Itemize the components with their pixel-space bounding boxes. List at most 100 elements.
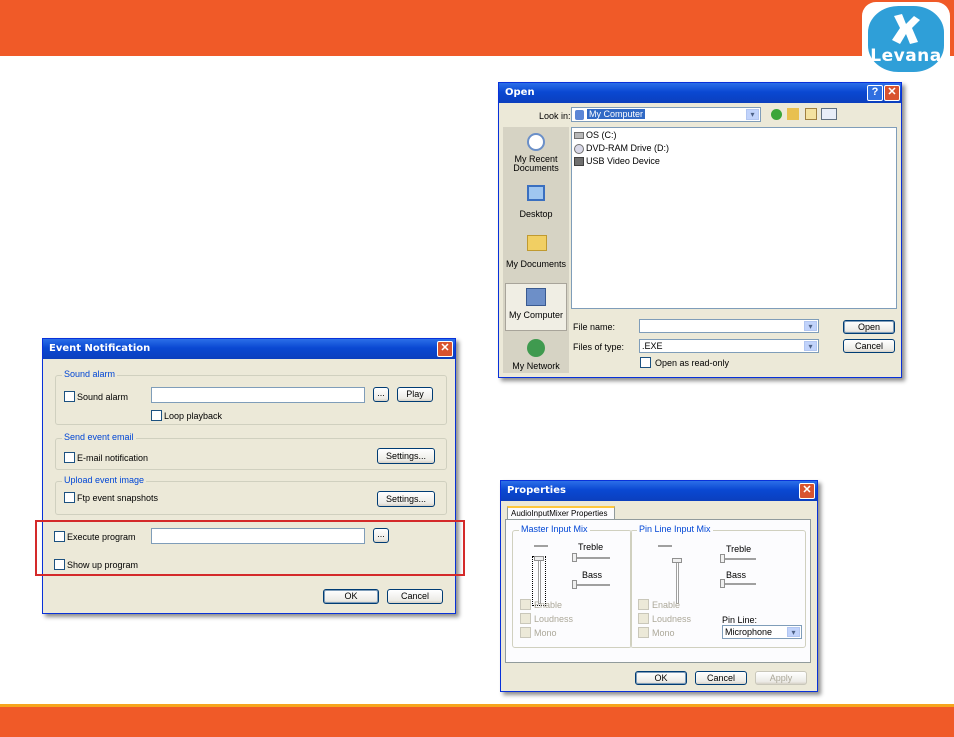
properties-dialog-titlebar: Properties (501, 481, 817, 501)
place-my-computer[interactable]: My Computer (505, 283, 567, 331)
pin-treble-slider[interactable] (722, 558, 756, 560)
pin-mono-checkbox[interactable] (638, 627, 649, 638)
apply-button[interactable]: Apply (755, 671, 807, 685)
ftp-settings-button[interactable]: Settings... (377, 491, 435, 507)
look-in-label: Look in: (539, 111, 571, 121)
pin-line-select[interactable]: Microphone ▾ (722, 625, 802, 639)
properties-dialog-title: Properties (507, 485, 566, 496)
play-button[interactable]: Play (397, 387, 433, 402)
email-notification-checkbox[interactable] (64, 452, 75, 463)
pin-volume-slider[interactable] (676, 558, 679, 604)
pin-bass-slider[interactable] (722, 583, 756, 585)
pin-enable-label: Enable (652, 600, 681, 610)
sound-alarm-checkbox[interactable] (64, 391, 75, 402)
file-item[interactable]: OS (C:) (574, 130, 694, 142)
pin-line-label: Pin Line: (722, 615, 758, 625)
master-loudness-checkbox[interactable] (520, 613, 531, 624)
views-menu-icon[interactable] (821, 108, 837, 120)
file-item[interactable]: DVD-RAM Drive (D:) (574, 143, 694, 155)
pin-loudness-label: Loudness (652, 614, 692, 624)
my-documents-icon (527, 235, 547, 251)
place-recent[interactable]: My Recent Documents (503, 131, 569, 177)
file-name-dropdown-arrow[interactable]: ▾ (804, 321, 817, 331)
sound-browse-button[interactable]: ... (373, 387, 389, 402)
open-button[interactable]: Open (843, 320, 895, 334)
pin-bass-thumb[interactable] (720, 579, 725, 588)
master-enable-label: Enable (534, 600, 563, 610)
ok-button[interactable]: OK (635, 671, 687, 685)
file-name-input[interactable]: ▾ (639, 319, 819, 333)
master-bass-thumb[interactable] (572, 580, 577, 589)
ftp-snapshots-checkbox[interactable] (64, 492, 75, 503)
file-name-label: File name: (573, 322, 616, 332)
help-button[interactable]: ? (867, 85, 883, 101)
cancel-button[interactable]: Cancel (695, 671, 747, 685)
master-mono-checkbox[interactable] (520, 627, 531, 638)
master-loudness-label: Loudness (534, 614, 574, 624)
look-in-dropdown-arrow[interactable]: ▾ (746, 109, 759, 120)
cancel-button[interactable]: Cancel (387, 589, 443, 604)
master-volume-thumb[interactable] (534, 556, 544, 561)
new-folder-icon[interactable] (805, 108, 817, 120)
open-dialog-title: Open (505, 87, 535, 98)
master-input-mix-label: Master Input Mix (519, 524, 590, 534)
files-of-type-value: .EXE (642, 341, 663, 351)
master-treble-slider[interactable] (574, 557, 610, 559)
logo-text: Levana (870, 46, 942, 66)
up-folder-icon[interactable] (787, 108, 799, 120)
file-item[interactable]: USB Video Device (574, 156, 694, 168)
pin-bass-label: Bass (726, 570, 747, 580)
close-button[interactable]: ✕ (884, 85, 900, 101)
hard-drive-icon (574, 132, 584, 139)
my-network-icon (527, 339, 545, 357)
place-desktop[interactable]: Desktop (503, 183, 569, 223)
cancel-button[interactable]: Cancel (843, 339, 895, 353)
look-in-select[interactable]: My Computer ▾ (571, 107, 761, 122)
read-only-checkbox[interactable] (640, 357, 651, 368)
place-desktop-label: Desktop (519, 209, 553, 219)
file-list[interactable]: OS (C:) DVD-RAM Drive (D:) USB Video Dev… (571, 127, 897, 309)
bottom-banner (0, 704, 954, 737)
sound-file-input[interactable] (151, 387, 365, 403)
master-treble-thumb[interactable] (572, 553, 577, 562)
my-computer-small-icon (575, 110, 584, 120)
logo-figure-icon (892, 14, 920, 44)
open-dialog-titlebar: Open (499, 83, 901, 103)
files-of-type-dropdown-arrow[interactable]: ▾ (804, 341, 817, 351)
pin-balance-slider[interactable] (658, 545, 672, 547)
desktop-icon (527, 185, 545, 201)
pin-loudness-checkbox[interactable] (638, 613, 649, 624)
pin-line-dropdown-arrow[interactable]: ▾ (787, 627, 800, 637)
pin-mono-label: Mono (652, 628, 675, 638)
usb-video-icon (574, 157, 584, 166)
place-my-documents[interactable]: My Documents (503, 233, 569, 273)
tab-audio-input-mixer[interactable]: AudioInputMixer Properties (507, 506, 615, 520)
loop-playback-checkbox[interactable] (151, 410, 162, 421)
look-in-value: My Computer (587, 109, 646, 119)
loop-playback-label: Loop playback (164, 411, 223, 421)
master-bass-label: Bass (582, 570, 603, 580)
file-item-label: USB Video Device (586, 156, 660, 166)
email-settings-button[interactable]: Settings... (377, 448, 435, 464)
ok-button[interactable]: OK (323, 589, 379, 604)
master-bass-slider[interactable] (574, 584, 610, 586)
master-balance-slider[interactable] (534, 545, 548, 547)
close-button[interactable]: ✕ (437, 341, 453, 357)
sound-alarm-label: Sound alarm (77, 392, 129, 402)
master-mono-label: Mono (534, 628, 557, 638)
files-of-type-select[interactable]: .EXE ▾ (639, 339, 819, 353)
close-button[interactable]: ✕ (799, 483, 815, 499)
send-email-group-label: Send event email (62, 432, 136, 442)
place-my-documents-label: My Documents (505, 259, 567, 269)
place-my-network[interactable]: My Network (503, 337, 569, 373)
upload-image-group-label: Upload event image (62, 475, 147, 485)
event-dialog-titlebar: Event Notification (43, 339, 455, 359)
master-enable-checkbox[interactable] (520, 599, 531, 610)
pin-enable-checkbox[interactable] (638, 599, 649, 610)
ftp-snapshots-label: Ftp event snapshots (77, 493, 159, 503)
pin-line-input-mix-label: Pin Line Input Mix (637, 524, 713, 534)
back-icon[interactable] (771, 109, 782, 120)
pin-treble-thumb[interactable] (720, 554, 725, 563)
pin-volume-thumb[interactable] (672, 558, 682, 563)
event-dialog-title: Event Notification (49, 343, 151, 354)
